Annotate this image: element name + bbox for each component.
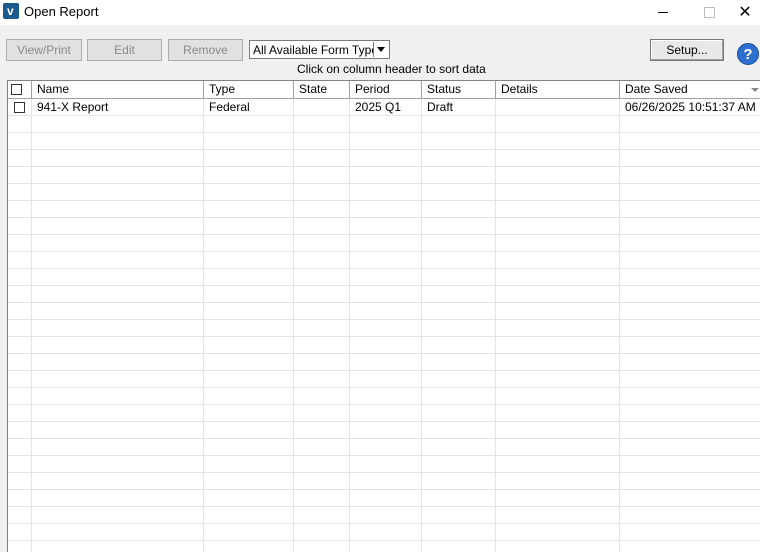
edit-button[interactable]: Edit [87, 39, 162, 61]
form-type-selected: All Available Form Types [253, 43, 384, 57]
cell-name: 941-X Report [37, 100, 109, 114]
minimize-icon [658, 12, 668, 13]
table-header: Name Type State Period Status Details Da… [8, 81, 760, 99]
column-divider [619, 81, 620, 552]
column-divider [421, 81, 422, 552]
column-header-type[interactable]: Type [204, 81, 294, 98]
table-row[interactable]: 941-X Report Federal 2025 Q1 Draft 06/26… [8, 99, 760, 116]
column-header-name[interactable]: Name [32, 81, 204, 98]
cell-type: Federal [209, 100, 250, 114]
maximize-icon [703, 7, 715, 18]
remove-button[interactable]: Remove [168, 39, 243, 61]
column-header-status[interactable]: Status [422, 81, 496, 98]
form-type-select[interactable]: All Available Form Types [249, 40, 390, 59]
sort-down-icon [751, 88, 759, 92]
cell-details [496, 99, 620, 116]
view-print-button[interactable]: View/Print [6, 39, 82, 61]
column-header-date-saved[interactable]: Date Saved [620, 81, 760, 98]
close-icon: ✕ [738, 3, 752, 21]
column-divider [349, 81, 350, 552]
select-all-checkbox[interactable] [11, 84, 22, 95]
column-divider [293, 81, 294, 552]
app-logo-icon [3, 3, 19, 19]
window-title: Open Report [24, 4, 99, 19]
row-checkbox[interactable] [14, 102, 25, 113]
column-header-details[interactable]: Details [496, 81, 620, 98]
title-bar: Open Report ✕ [0, 0, 760, 25]
select-all-header [8, 81, 32, 98]
maximize-button[interactable] [686, 0, 732, 25]
cell-status: Draft [427, 100, 454, 114]
cell-period: 2025 Q1 [355, 100, 402, 114]
cell-state [294, 99, 350, 116]
column-divider [495, 81, 496, 552]
dropdown-arrow-icon[interactable] [373, 42, 388, 57]
report-grid[interactable]: Name Type State Period Status Details Da… [7, 80, 760, 552]
minimize-button[interactable] [640, 0, 686, 25]
column-divider [203, 81, 204, 552]
help-icon[interactable]: ? [737, 43, 759, 65]
close-button[interactable]: ✕ [730, 0, 760, 25]
setup-button[interactable]: Setup... [650, 39, 724, 61]
sort-hint: Click on column header to sort data [297, 62, 486, 76]
column-header-date-saved-label: Date Saved [625, 82, 688, 96]
cell-date-saved: 06/26/2025 10:51:37 AM [625, 100, 756, 114]
column-header-state[interactable]: State [294, 81, 350, 98]
column-divider [31, 81, 32, 552]
column-header-period[interactable]: Period [350, 81, 422, 98]
grid-lines [8, 99, 760, 552]
